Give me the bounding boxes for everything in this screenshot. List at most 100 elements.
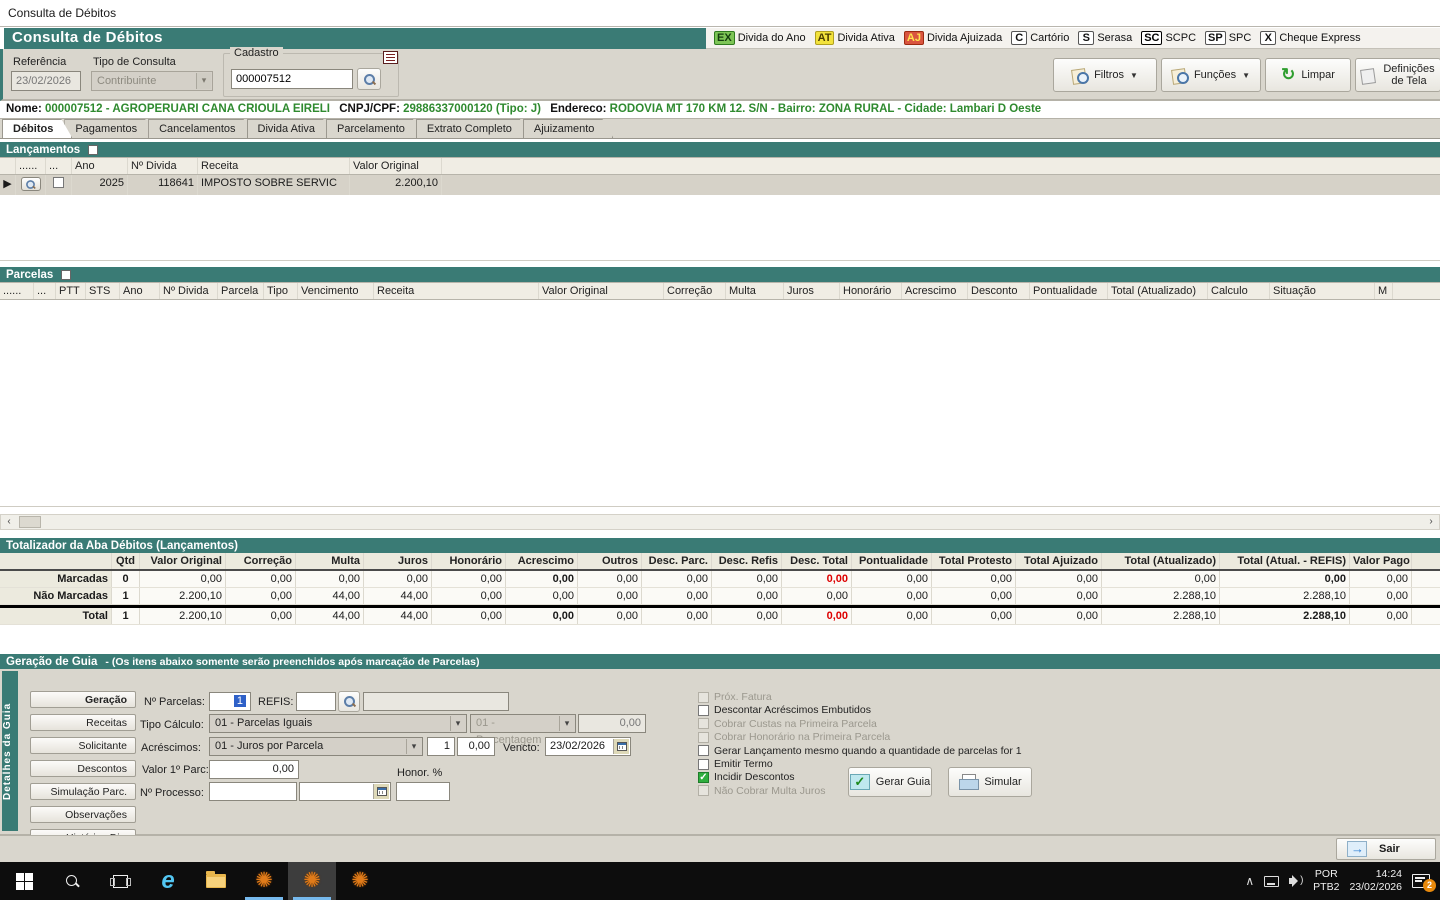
calendar-button[interactable] [613, 739, 629, 754]
checkbox-box[interactable] [698, 785, 709, 796]
honor-input[interactable] [396, 782, 450, 801]
notification-center-icon[interactable]: 2 [1412, 874, 1430, 888]
tab-pagamentos[interactable]: Pagamentos [64, 119, 156, 138]
app-window-button-3[interactable]: ✺ [336, 862, 384, 900]
printer-icon [958, 774, 978, 790]
checkbox-prox-fatura[interactable]: Próx. Fatura [698, 691, 772, 703]
clock[interactable]: 14:2423/02/2026 [1349, 868, 1402, 894]
simular-button[interactable]: Simular [948, 767, 1032, 797]
value-cell: 0,00 [712, 571, 782, 587]
chevron-down-icon: ▼ [1242, 71, 1250, 80]
cadastro-search-button[interactable] [357, 68, 381, 90]
language-indicator[interactable]: PORPTB2 [1313, 868, 1339, 894]
gerar-guia-button[interactable]: ✓ Gerar Guia [848, 767, 932, 797]
app-star-icon: ✺ [351, 871, 369, 891]
checkbox-descontar-acrescimos-embutidos[interactable]: Descontar Acréscimos Embutidos [698, 704, 871, 716]
side-button-receitas[interactable]: Receitas [30, 714, 136, 731]
divida-do-ano-badge-icon: EX [714, 31, 735, 45]
porcentagem-amount-field[interactable]: 0,00 [578, 714, 646, 733]
table-row[interactable]: ▶2025118641IMPOSTO SOBRE SERVIC2.200,10 [0, 175, 1440, 195]
definicoes-tela-button[interactable]: Definiçõesde Tela [1355, 58, 1440, 92]
side-button-geracao[interactable]: Geração [30, 691, 136, 708]
refis-search-button[interactable] [338, 691, 360, 712]
checkbox-incidir-descontos[interactable]: ✓Incidir Descontos [698, 771, 795, 783]
checkbox-gerar-lancamento-mesmo-quando-a-quantidade-de-parcelas-for-1[interactable]: Gerar Lançamento mesmo quando a quantida… [698, 745, 1022, 757]
filtros-button[interactable]: Filtros ▼ [1053, 58, 1157, 92]
limpar-button[interactable]: ↻ Limpar [1265, 58, 1351, 92]
checkbox-box[interactable] [698, 705, 709, 716]
speaker-icon[interactable]: ) [1289, 875, 1303, 887]
value-cell: 0,00 [506, 588, 578, 604]
acrescimos-select[interactable]: 01 - Juros por Parcela ▾ [209, 737, 423, 756]
row-search-button[interactable] [21, 177, 41, 191]
side-button-observacoes[interactable]: Observações [30, 806, 136, 823]
taskbar-search-button[interactable] [48, 862, 96, 900]
checkbox-box[interactable] [698, 759, 709, 770]
scroll-left-arrow[interactable]: ‹ [1, 515, 17, 529]
task-view-button[interactable] [96, 862, 144, 900]
tipo-calculo-select[interactable]: 01 - Parcelas Iguais ▾ [209, 714, 467, 733]
parcelas-select-all-checkbox[interactable] [61, 270, 71, 280]
acrescimos-amount-field[interactable]: 0,00 [457, 737, 495, 756]
column-header-total-atualizado: Total (Atualizado) [1108, 283, 1208, 299]
tab-cancelamentos[interactable]: Cancelamentos [148, 119, 254, 138]
sair-button[interactable]: Sair [1336, 838, 1436, 860]
tab-parcelamento[interactable]: Parcelamento [326, 119, 424, 138]
tray-expand-icon[interactable]: ∧ [1245, 874, 1254, 888]
checkbox-box[interactable] [698, 692, 709, 703]
filtros-label: Filtros [1094, 69, 1124, 81]
lancamentos-select-all-checkbox[interactable] [88, 145, 98, 155]
page-title: Consulta de Débitos [4, 28, 706, 49]
simular-label: Simular [984, 776, 1021, 788]
internet-explorer-icon: e [161, 871, 174, 891]
checkbox-nao-cobrar-multa-juros[interactable]: Não Cobrar Multa Juros [698, 785, 825, 797]
valor-parc-field[interactable]: 0,00 [209, 760, 299, 779]
row-detail-cell [16, 175, 46, 195]
checkbox-box[interactable]: ✓ [698, 772, 709, 783]
checkbox-cobrar-custas-na-primeira-parcela[interactable]: Cobrar Custas na Primeira Parcela [698, 718, 877, 730]
cadastro-input[interactable] [231, 69, 353, 89]
checkbox-box[interactable] [698, 745, 709, 756]
tab-extrato-completo[interactable]: Extrato Completo [416, 119, 531, 138]
processo-date-field[interactable] [299, 782, 391, 801]
app-window-button-2[interactable]: ✺ [288, 862, 336, 900]
side-button-simulacao-parc[interactable]: Simulação Parc. [30, 783, 136, 800]
column-header-juros: Juros [364, 553, 432, 569]
vencto-field[interactable]: 23/02/2026 [545, 737, 631, 756]
calendar-button[interactable] [373, 784, 389, 799]
cell-divida: 118641 [128, 175, 198, 195]
file-explorer-button[interactable] [192, 862, 240, 900]
vencto-label: Vencto: [503, 742, 540, 754]
horizontal-scrollbar[interactable]: ‹ › [0, 514, 1440, 530]
tab-ajuizamento[interactable]: Ajuizamento [523, 119, 614, 138]
tipo-consulta-select[interactable]: Contribuinte ▾ [91, 71, 213, 91]
referencia-field[interactable]: 23/02/2026 [11, 71, 81, 91]
side-button-solicitante[interactable]: Solicitante [30, 737, 136, 754]
row-checkbox[interactable] [53, 177, 64, 188]
scroll-right-arrow[interactable]: › [1423, 515, 1439, 529]
scrollbar-thumb[interactable] [19, 516, 41, 528]
checkbox-box[interactable] [698, 718, 709, 729]
funcoes-button[interactable]: Funções ▼ [1161, 58, 1261, 92]
refis-input[interactable] [296, 692, 336, 711]
side-button-descontos[interactable]: Descontos [30, 760, 136, 777]
acrescimos-n-field[interactable]: 1 [427, 737, 455, 756]
column-header-: ... [34, 283, 56, 299]
porcentagem-select[interactable]: 01 - Porcentagem ▾ [470, 714, 576, 733]
checkbox-emitir-termo[interactable]: Emitir Termo [698, 758, 773, 770]
checkbox-box[interactable] [698, 732, 709, 743]
tab-divida-ativa[interactable]: Divida Ativa [247, 119, 334, 138]
internet-explorer-button[interactable]: e [144, 862, 192, 900]
tab-debitos[interactable]: Débitos [2, 119, 72, 138]
network-icon[interactable] [1264, 876, 1279, 887]
num-parcelas-field[interactable]: 1 [209, 692, 251, 711]
checkbox-label: Emitir Termo [714, 758, 773, 770]
value-cell: 2.200,10 [140, 608, 226, 624]
processo-input[interactable] [209, 782, 297, 801]
toolbar: Referência 23/02/2026 Tipo de Consulta C… [0, 49, 1440, 101]
checkbox-cobrar-honorario-na-primeira-parcela[interactable]: Cobrar Honorário na Primeira Parcela [698, 731, 890, 743]
app-window-button-1[interactable]: ✺ [240, 862, 288, 900]
list-icon[interactable] [383, 51, 398, 64]
search-icon [26, 180, 35, 189]
start-button[interactable] [0, 862, 48, 900]
